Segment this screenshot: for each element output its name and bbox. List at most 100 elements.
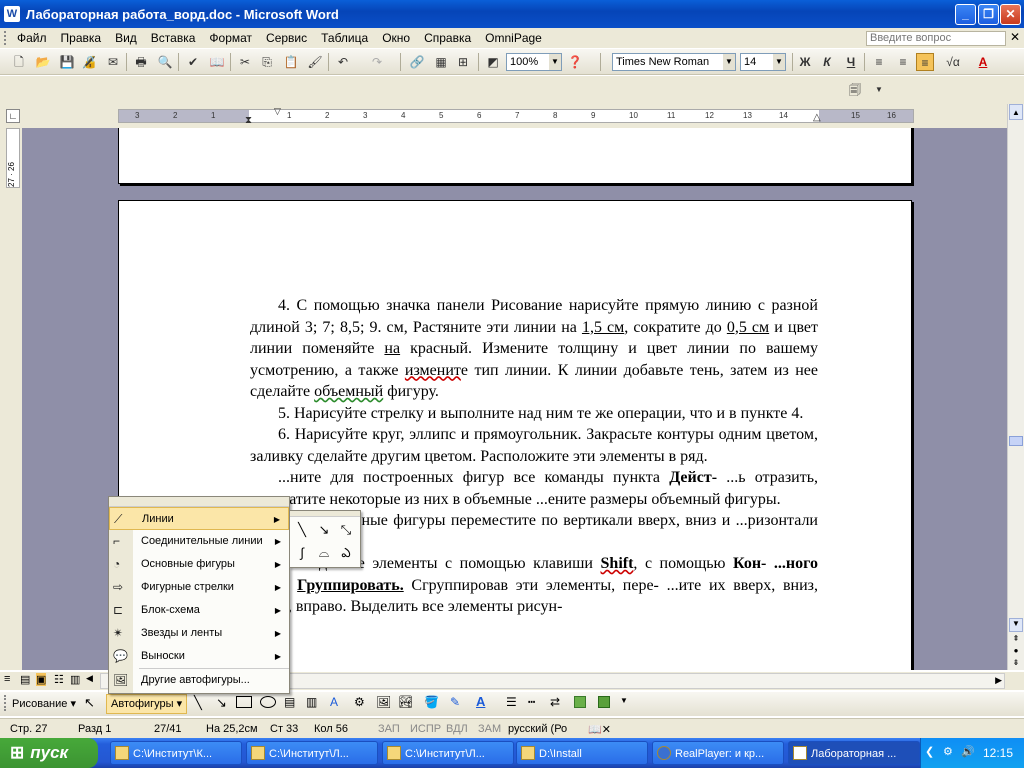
next-page-button[interactable]: ⇟	[1009, 658, 1023, 670]
menu-item-flowchart[interactable]: ⊏ Блок-схема ▶	[109, 599, 289, 622]
task-explorer-1[interactable]: C:\Институт\К...	[110, 741, 242, 765]
rectangle-tool-icon[interactable]	[236, 696, 252, 708]
document-body[interactable]: 4. С помощью значка панели Рисование нар…	[250, 295, 818, 618]
reading-view-icon[interactable]: ▥	[70, 673, 80, 686]
print-preview-icon[interactable]: 🔍	[156, 53, 174, 71]
scroll-down-button[interactable]: ▼	[1009, 618, 1023, 632]
diagram-icon[interactable]: ⚙	[354, 695, 365, 709]
help-icon[interactable]: ❓	[566, 53, 584, 71]
menu-item-basic-shapes[interactable]: ◔ Основные фигуры ▶	[109, 553, 289, 576]
cut-icon[interactable]: ✂	[236, 53, 254, 71]
volume-icon[interactable]: 🔊	[961, 745, 975, 758]
right-indent-marker[interactable]: △	[813, 112, 821, 123]
save-icon[interactable]: 💾	[58, 53, 76, 71]
shadow-style-icon[interactable]	[574, 696, 586, 708]
spelling-status-icon[interactable]: 📖✕	[588, 723, 611, 736]
first-line-indent-marker[interactable]: ▽	[274, 106, 281, 117]
zoom-select[interactable]: 100% ▼	[506, 53, 562, 71]
vertical-scrollbar[interactable]: ▲ ▼ ⇞ ● ⇟	[1007, 104, 1024, 670]
permission-icon[interactable]: 🔏	[80, 53, 98, 71]
paste-icon[interactable]: 📋	[282, 53, 300, 71]
menu-file[interactable]: Файл	[10, 31, 54, 45]
arrow-tool-icon[interactable]: ↘	[216, 695, 227, 711]
align-center-icon[interactable]: ≡	[894, 53, 912, 71]
wordart-icon[interactable]: A	[330, 695, 338, 709]
task-explorer-2[interactable]: C:\Институт\Л...	[246, 741, 378, 765]
vertical-textbox-icon[interactable]: ▥	[306, 695, 317, 709]
menu-tools[interactable]: Сервис	[259, 31, 314, 45]
start-button[interactable]: ⊞ пуск	[0, 738, 98, 768]
normal-view-icon[interactable]: ≡	[4, 673, 10, 685]
clipart-icon[interactable]: 🖼	[376, 695, 391, 709]
select-objects-icon[interactable]: ↖	[84, 695, 95, 711]
arrow-style-icon[interactable]: ⇄	[550, 695, 560, 709]
drawing-toggle-icon[interactable]: ◩	[484, 53, 502, 71]
insert-table-icon[interactable]: ⊞	[454, 53, 472, 71]
hyperlink-icon[interactable]: 🔗	[408, 53, 426, 71]
scribble-shape-icon[interactable]: ఎ	[336, 543, 356, 563]
font-select[interactable]: Times New Roman ▼	[612, 53, 736, 71]
font-color-icon[interactable]: A	[974, 53, 992, 71]
open-icon[interactable]: 📂	[34, 53, 52, 71]
dash-style-icon[interactable]: ┅	[528, 695, 535, 709]
browse-object-button[interactable]: ●	[1009, 646, 1023, 658]
clock[interactable]: 12:15	[983, 746, 1013, 760]
menu-item-block-arrows[interactable]: ⇨ Фигурные стрелки ▶	[109, 576, 289, 599]
scroll-left-button[interactable]: ◀	[86, 673, 93, 684]
curve-shape-icon[interactable]: ∫	[292, 543, 312, 563]
line-shape-icon[interactable]: ╲	[292, 520, 312, 540]
email-icon[interactable]: ✉	[104, 53, 122, 71]
status-trk[interactable]: ИСПР	[410, 723, 441, 735]
menu-view[interactable]: Вид	[108, 31, 144, 45]
task-realplayer[interactable]: RealPlayer: и кр...	[652, 741, 784, 765]
tables-borders-icon[interactable]: ▦	[432, 53, 450, 71]
menu-table[interactable]: Таблица	[314, 31, 375, 45]
scroll-thumb[interactable]	[1009, 436, 1023, 446]
double-arrow-shape-icon[interactable]: ⤡	[336, 520, 356, 540]
justify-icon[interactable]: ≡	[916, 53, 934, 71]
scroll-up-button[interactable]: ▲	[1009, 104, 1023, 120]
menu-insert[interactable]: Вставка	[144, 31, 203, 45]
arrow-shape-icon[interactable]: ↘	[314, 520, 334, 540]
underline-icon[interactable]: Ч	[842, 53, 860, 71]
redo-icon[interactable]: ↷	[368, 53, 386, 71]
tab-selector[interactable]: ∟	[6, 109, 20, 123]
drawing-menu-button[interactable]: Рисование ▾	[12, 697, 76, 710]
menu-help[interactable]: Справка	[417, 31, 478, 45]
oval-tool-icon[interactable]	[260, 696, 276, 708]
spelling-icon[interactable]: ✔	[184, 53, 202, 71]
status-ovr[interactable]: ЗАМ	[478, 723, 501, 735]
freeform-shape-icon[interactable]: ⌓	[314, 543, 334, 563]
menu-item-more-autoshapes[interactable]: 🖼 Другие автофигуры...	[109, 669, 289, 692]
maximize-button[interactable]: ❐	[978, 4, 999, 25]
drawbar-options-icon[interactable]: ▼	[620, 696, 628, 705]
line-style-icon[interactable]: ☰	[506, 695, 517, 709]
research-icon[interactable]: 📖	[208, 53, 226, 71]
font-size-select[interactable]: 14 ▼	[740, 53, 786, 71]
toolbar-options-icon[interactable]: ▼	[870, 81, 888, 99]
menu-item-stars-banners[interactable]: ✴ Звезды и ленты ▶	[109, 622, 289, 645]
italic-icon[interactable]: К	[818, 53, 836, 71]
menu-format[interactable]: Формат	[202, 31, 259, 45]
line-tool-icon[interactable]: ╲	[194, 695, 202, 711]
close-button[interactable]: ✕	[1000, 4, 1021, 25]
align-left-icon[interactable]: ≡	[870, 53, 888, 71]
task-explorer-3[interactable]: C:\Институт\Л...	[382, 741, 514, 765]
reviewing-icon[interactable]: 🗐	[846, 81, 864, 99]
line-spacing-icon[interactable]: √α	[944, 53, 962, 71]
indent-marker[interactable]: ⧗	[245, 115, 252, 126]
autoshapes-button[interactable]: Автофигуры ▾	[106, 694, 188, 714]
outline-view-icon[interactable]: ☷	[54, 673, 64, 686]
scroll-right-button[interactable]: ▶	[995, 675, 1002, 686]
tray-collapse-icon[interactable]: ❮	[925, 745, 934, 758]
close-doc-icon[interactable]: ✕	[1010, 30, 1020, 44]
print-view-icon[interactable]: ▣	[36, 673, 47, 686]
submenu-drag-handle[interactable]	[290, 511, 360, 517]
bold-icon[interactable]: Ж	[796, 53, 814, 71]
ruler-bar[interactable]: 3 2 1 1 2 3 4 5 6 7 8 9 10 11 12 13 14 1…	[118, 106, 914, 126]
web-view-icon[interactable]: ▤	[20, 673, 30, 686]
tray-app-icon[interactable]: ⚙	[943, 745, 953, 758]
status-ext[interactable]: ВДЛ	[446, 723, 468, 735]
word-app-icon[interactable]: W	[4, 6, 20, 22]
task-word[interactable]: Лабораторная ...	[788, 741, 920, 765]
